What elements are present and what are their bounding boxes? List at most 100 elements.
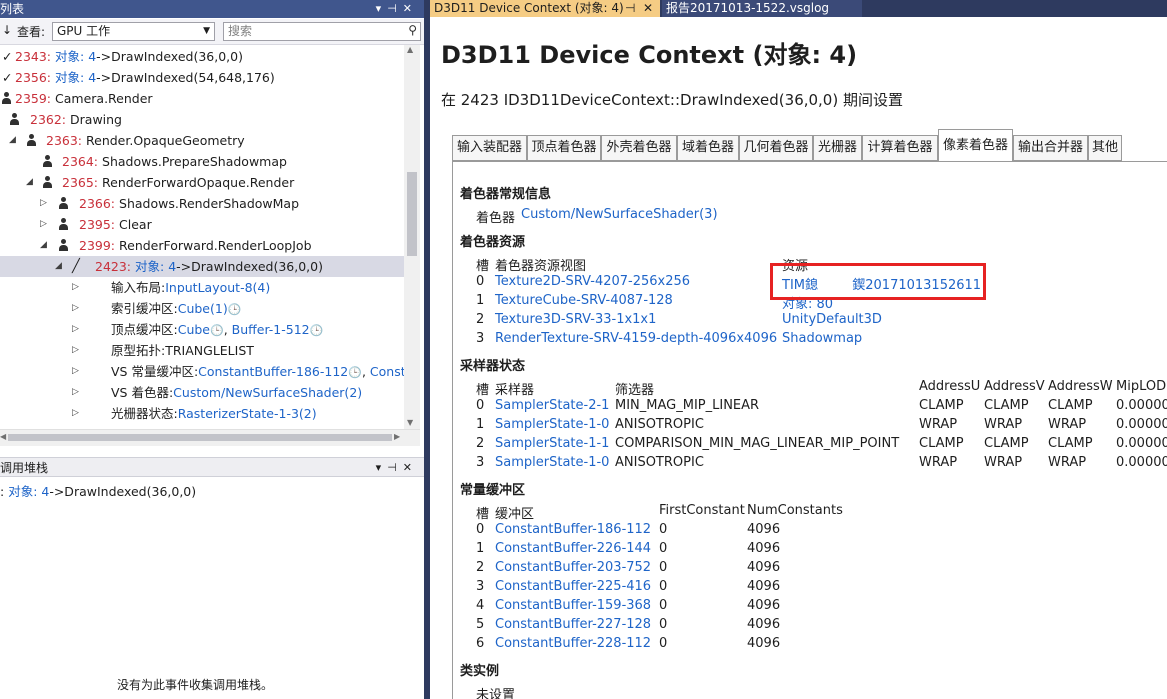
close-icon[interactable]: ✕ [403, 461, 418, 474]
tree-row[interactable]: ✓ 2356: 对象: 4->DrawIndexed(54,648,176) [0, 67, 404, 88]
tab-other[interactable]: 其他 [1088, 135, 1122, 161]
cb-link[interactable]: ConstantBuffer-225-416 [495, 579, 651, 594]
collapsed-arrow-icon[interactable]: ▷ [72, 319, 82, 340]
property-row[interactable]: ▷ 顶点缓冲区:Cube🕒, Buffer-1-512🕒 [0, 319, 404, 340]
close-icon[interactable]: ✕ [403, 2, 418, 15]
cb-link[interactable]: ConstantBuffer-227-128 [495, 617, 651, 632]
collapsed-arrow-icon[interactable]: ▷ [72, 382, 82, 403]
tree-row[interactable]: ◢ 2363: Render.OpaqueGeometry [0, 130, 404, 151]
tab-rasterizer[interactable]: 光栅器 [813, 135, 862, 161]
dropdown-arrow-icon[interactable]: ▾ [376, 2, 388, 15]
index-buffer-link[interactable]: Cube(1) [178, 301, 228, 316]
cb-link[interactable]: ConstantBuffer-228-112 [495, 636, 651, 651]
object-link[interactable]: 对象: 4 [55, 49, 96, 64]
collapsed-arrow-icon[interactable]: ▷ [40, 193, 50, 214]
collapsed-arrow-icon[interactable]: ▷ [72, 277, 82, 298]
pin-icon[interactable]: ⊣ [387, 2, 403, 15]
search-placeholder: 搜索 [228, 24, 253, 38]
expanded-arrow-icon[interactable]: ◢ [26, 172, 36, 193]
tab-geometry-shader[interactable]: 几何着色器 [739, 135, 813, 161]
input-layout-link[interactable]: InputLayout-8(4) [165, 280, 270, 295]
cb-link[interactable]: ConstantBuffer-226-144 [495, 541, 651, 556]
scroll-down-icon[interactable]: ▼ [407, 418, 413, 427]
scroll-up-icon[interactable]: ▲ [407, 45, 413, 54]
user-marker-icon [58, 218, 69, 230]
cb-slot: 6 [476, 636, 485, 651]
tab-domain-shader[interactable]: 域着色器 [677, 135, 739, 161]
call-stack-entry[interactable]: : 对象: 4->DrawIndexed(36,0,0) [0, 481, 196, 500]
search-icon[interactable]: ⚲ [408, 22, 417, 39]
expanded-arrow-icon[interactable]: ◢ [9, 130, 19, 151]
cb-link[interactable]: ConstantBuffer-186-112 [495, 522, 651, 537]
tab-compute-shader[interactable]: 计算着色器 [862, 135, 938, 161]
property-row[interactable]: ▷ 索引缓冲区:Cube(1)🕒 [0, 298, 404, 319]
pin-icon[interactable]: ⊣ [387, 461, 403, 474]
sampler-link[interactable]: SamplerState-1-0 [495, 455, 609, 470]
expanded-arrow-icon[interactable]: ◢ [55, 256, 65, 277]
sampler-address-u: CLAMP [919, 398, 964, 413]
collapsed-arrow-icon[interactable]: ▷ [72, 298, 82, 319]
tab-hull-shader[interactable]: 外壳着色器 [601, 135, 677, 161]
property-row[interactable]: ▷ VS 着色器:Custom/NewSurfaceShader(2) [0, 382, 404, 403]
tree-row[interactable]: 2359: Camera.Render [0, 88, 404, 109]
expanded-arrow-icon[interactable]: ◢ [40, 235, 50, 256]
search-input[interactable]: 搜索 ⚲ [223, 22, 421, 41]
tab-pixel-shader[interactable]: 像素着色器 [938, 129, 1013, 162]
srv-link[interactable]: TextureCube-SRV-4087-128 [495, 293, 673, 308]
scroll-left-icon[interactable]: ◀ [0, 432, 6, 441]
vertical-scrollbar-thumb[interactable] [407, 172, 417, 256]
highlight-box [770, 263, 986, 300]
shader-link[interactable]: Custom/NewSurfaceShader(3) [521, 207, 718, 222]
collapsed-arrow-icon[interactable]: ▷ [72, 403, 82, 424]
collapsed-arrow-icon[interactable]: ▷ [72, 340, 82, 361]
tree-row[interactable]: ◢ 2399: RenderForward.RenderLoopJob [0, 235, 404, 256]
tab-device-context[interactable]: D3D11 Device Context (对象: 4) ⊣ ✕ [430, 0, 660, 17]
resource-link[interactable]: Shadowmap [782, 331, 862, 346]
tab-input-assembler[interactable]: 输入装配器 [452, 135, 527, 161]
horizontal-scrollbar-thumb[interactable] [8, 434, 392, 441]
tree-row[interactable]: ▷ 2395: Clear [0, 214, 404, 235]
tree-row[interactable]: 2364: Shadows.PrepareShadowmap [0, 151, 404, 172]
object-link[interactable]: 对象: 4 [135, 259, 176, 274]
tree-row-selected[interactable]: ◢ ╱ 2423: 对象: 4->DrawIndexed(36,0,0) [0, 256, 404, 277]
collapsed-arrow-icon[interactable]: ▷ [40, 214, 50, 235]
tree-row[interactable]: ◢ 2365: RenderForwardOpaque.Render [0, 172, 404, 193]
vs-constant-buffer-link-2[interactable]: Constan [370, 364, 404, 379]
property-row[interactable]: ▷ 光栅器状态:RasterizerState-1-3(2) [0, 403, 404, 424]
scroll-right-icon[interactable]: ▶ [394, 432, 400, 441]
call-stack-title: 调用堆栈 [0, 461, 49, 475]
cb-link[interactable]: ConstantBuffer-203-752 [495, 560, 651, 575]
sampler-link[interactable]: SamplerState-1-1 [495, 436, 609, 451]
vs-shader-link[interactable]: Custom/NewSurfaceShader(2) [173, 385, 362, 400]
resource-link[interactable]: UnityDefault3D [782, 312, 882, 327]
tree-row[interactable]: ✓ 2343: 对象: 4->DrawIndexed(36,0,0) [0, 46, 404, 67]
tab-output-merger[interactable]: 输出合并器 [1013, 135, 1088, 161]
object-link[interactable]: 对象: 4 [55, 70, 96, 85]
tab-vsglog-report[interactable]: 报告20171013-1522.vsglog [662, 0, 862, 17]
rasterizer-state-link[interactable]: RasterizerState-1-3(2) [178, 406, 317, 421]
srv-link[interactable]: Texture3D-SRV-33-1x1x1 [495, 312, 656, 327]
vs-constant-buffer-link[interactable]: ConstantBuffer-186-112 [198, 364, 348, 379]
property-row[interactable]: ▷ VS 常量缓冲区:ConstantBuffer-186-112🕒, Cons… [0, 361, 404, 382]
sampler-address-u: WRAP [919, 417, 958, 432]
tab-vertex-shader[interactable]: 顶点着色器 [527, 135, 601, 161]
sampler-link[interactable]: SamplerState-2-1 [495, 398, 609, 413]
pin-icon[interactable]: ⊣ [625, 0, 635, 16]
tree-row[interactable]: 2362: Drawing [0, 109, 404, 130]
collapsed-arrow-icon[interactable]: ▷ [72, 361, 82, 382]
close-icon[interactable]: ✕ [643, 0, 653, 16]
vertex-buffer-link-2[interactable]: Buffer-1-512 [232, 322, 310, 337]
property-row[interactable]: ▷ 输入布局:InputLayout-8(4) [0, 277, 404, 298]
sampler-link[interactable]: SamplerState-1-0 [495, 417, 609, 432]
dropdown-arrow-icon[interactable]: ▾ [376, 461, 388, 474]
srv-link[interactable]: RenderTexture-SRV-4159-depth-4096x4096 [495, 331, 777, 346]
object-link[interactable]: 对象: 4 [8, 484, 49, 499]
view-select[interactable]: GPU 工作 ▼ [52, 22, 215, 41]
cb-link[interactable]: ConstantBuffer-159-368 [495, 598, 651, 613]
sort-down-icon[interactable]: ↓ [2, 23, 12, 37]
vertex-buffer-link[interactable]: Cube [178, 322, 210, 337]
property-row[interactable]: ▷ 原型拓扑:TRIANGLELIST [0, 340, 404, 361]
srv-link[interactable]: Texture2D-SRV-4207-256x256 [495, 274, 690, 289]
col-header-slot: 槽 [476, 507, 490, 522]
tree-row[interactable]: ▷ 2366: Shadows.RenderShadowMap [0, 193, 404, 214]
